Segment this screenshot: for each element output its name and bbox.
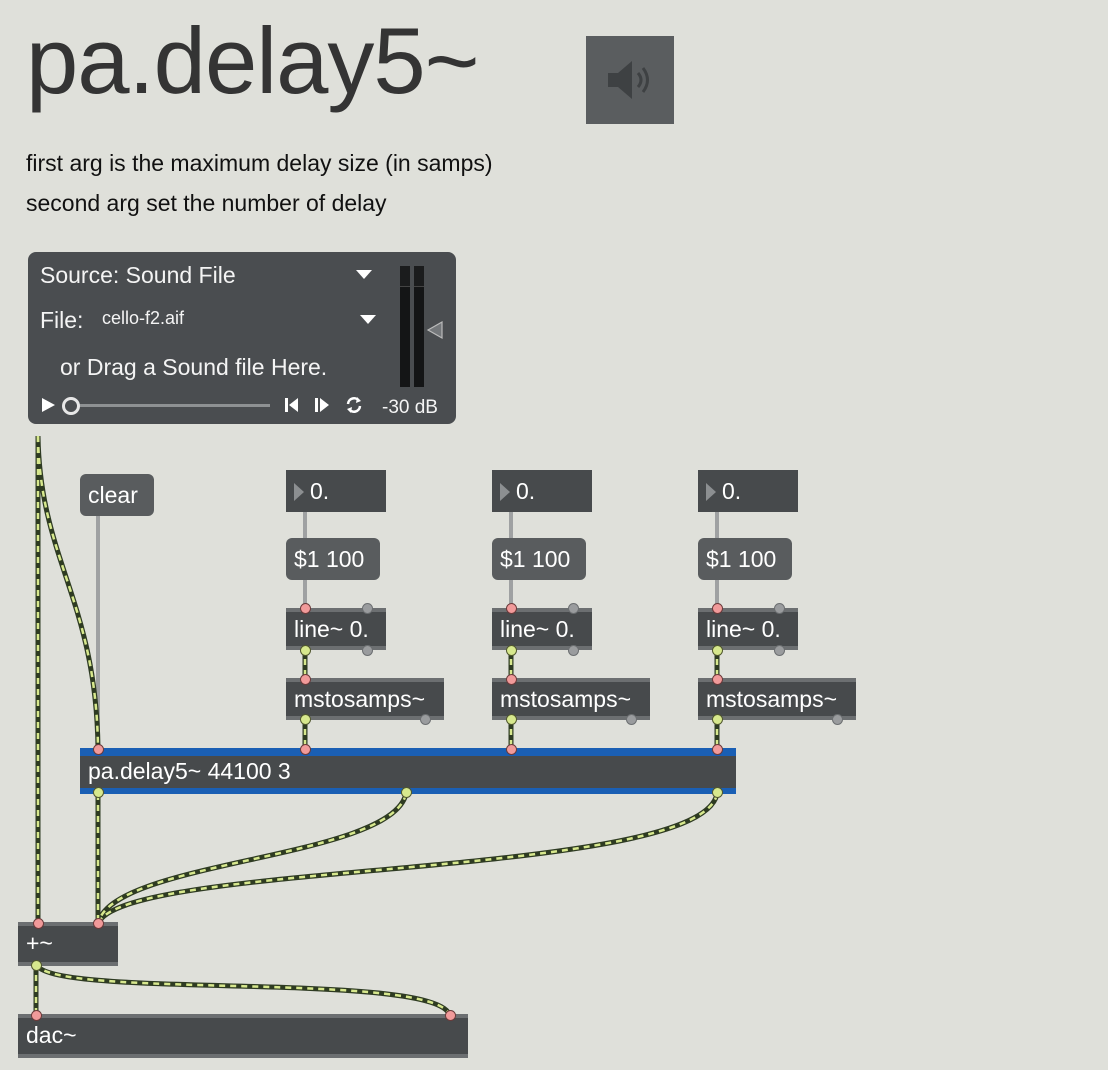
outlet-port[interactable] <box>93 787 104 798</box>
number-value-1: 0. <box>310 478 330 504</box>
number-arrow-icon <box>706 483 716 501</box>
inlet-port[interactable] <box>506 744 517 755</box>
outlet-port[interactable] <box>31 960 42 971</box>
outlet-port[interactable] <box>568 645 579 656</box>
outlet-port[interactable] <box>712 787 723 798</box>
number-value-3: 0. <box>722 478 742 504</box>
inlet-port[interactable] <box>300 603 311 614</box>
ramp-message-1[interactable]: $1 100 <box>286 538 380 580</box>
line-object-2[interactable]: line~ 0. <box>492 608 592 650</box>
dac-object[interactable]: dac~ <box>18 1014 468 1058</box>
inlet-port[interactable] <box>31 1010 42 1021</box>
delay-time-number-1[interactable]: 0. <box>286 470 386 512</box>
inlet-port[interactable] <box>93 918 104 929</box>
mstosamps-object-2[interactable]: mstosamps~ <box>492 678 650 720</box>
outlet-port[interactable] <box>774 645 785 656</box>
line-object-3[interactable]: line~ 0. <box>698 608 798 650</box>
inlet-port[interactable] <box>712 744 723 755</box>
outlet-port[interactable] <box>712 714 723 725</box>
inlet-port[interactable] <box>506 603 517 614</box>
delay-time-number-3[interactable]: 0. <box>698 470 798 512</box>
mstosamps-object-3[interactable]: mstosamps~ <box>698 678 856 720</box>
number-value-2: 0. <box>516 478 536 504</box>
outlet-port[interactable] <box>832 714 843 725</box>
mstosamps-object-1[interactable]: mstosamps~ <box>286 678 444 720</box>
inlet-port[interactable] <box>445 1010 456 1021</box>
delay-time-number-2[interactable]: 0. <box>492 470 592 512</box>
ramp-message-2[interactable]: $1 100 <box>492 538 586 580</box>
signal-cords <box>34 435 719 1017</box>
inlet-port[interactable] <box>33 918 44 929</box>
outlet-port[interactable] <box>300 714 311 725</box>
outlet-port[interactable] <box>506 645 517 656</box>
clear-message[interactable]: clear <box>80 474 154 516</box>
line-object-1[interactable]: line~ 0. <box>286 608 386 650</box>
inlet-port[interactable] <box>300 674 311 685</box>
number-arrow-icon <box>500 483 510 501</box>
number-arrow-icon <box>294 483 304 501</box>
plus-signal-object[interactable]: +~ <box>18 922 118 966</box>
ramp-message-3[interactable]: $1 100 <box>698 538 792 580</box>
outlet-port[interactable] <box>401 787 412 798</box>
inlet-port[interactable] <box>300 744 311 755</box>
outlet-port[interactable] <box>506 714 517 725</box>
outlet-port[interactable] <box>300 645 311 656</box>
inlet-port[interactable] <box>712 674 723 685</box>
patch-cords <box>33 435 720 1018</box>
inlet-port[interactable] <box>93 744 104 755</box>
inlet-port[interactable] <box>568 603 579 614</box>
inlet-port[interactable] <box>712 603 723 614</box>
outlet-port[interactable] <box>420 714 431 725</box>
inlet-port[interactable] <box>774 603 785 614</box>
outlet-port[interactable] <box>712 645 723 656</box>
inlet-port[interactable] <box>362 603 373 614</box>
outlet-port[interactable] <box>362 645 373 656</box>
inlet-port[interactable] <box>506 674 517 685</box>
outlet-port[interactable] <box>626 714 637 725</box>
